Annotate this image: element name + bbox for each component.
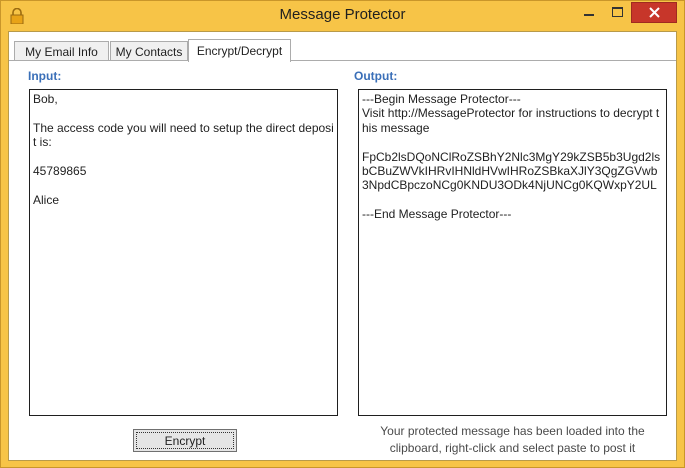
close-button[interactable] [631, 2, 677, 23]
output-label: Output: [354, 69, 398, 83]
input-label: Input: [28, 69, 62, 83]
client-area: My Email Info My Contacts Encrypt/Decryp… [8, 31, 677, 461]
output-textbox[interactable]: ---Begin Message Protector--- Visit http… [358, 89, 667, 416]
tab-divider [9, 60, 676, 61]
input-textbox[interactable]: Bob, The access code you will need to se… [29, 89, 338, 416]
tab-encrypt-decrypt[interactable]: Encrypt/Decrypt [188, 39, 291, 62]
minimize-icon [584, 14, 594, 16]
status-message: Your protected message has been loaded i… [380, 424, 645, 455]
minimize-button[interactable] [575, 2, 604, 23]
encrypt-button[interactable]: Encrypt [133, 429, 237, 452]
close-icon [648, 7, 660, 18]
maximize-icon [612, 7, 623, 17]
maximize-button[interactable] [604, 2, 631, 23]
tab-my-contacts[interactable]: My Contacts [110, 41, 188, 61]
tab-my-email-info[interactable]: My Email Info [14, 41, 109, 61]
app-window: Message Protector My Email Info My Conta… [0, 0, 685, 468]
title-bar[interactable]: Message Protector [1, 1, 684, 31]
